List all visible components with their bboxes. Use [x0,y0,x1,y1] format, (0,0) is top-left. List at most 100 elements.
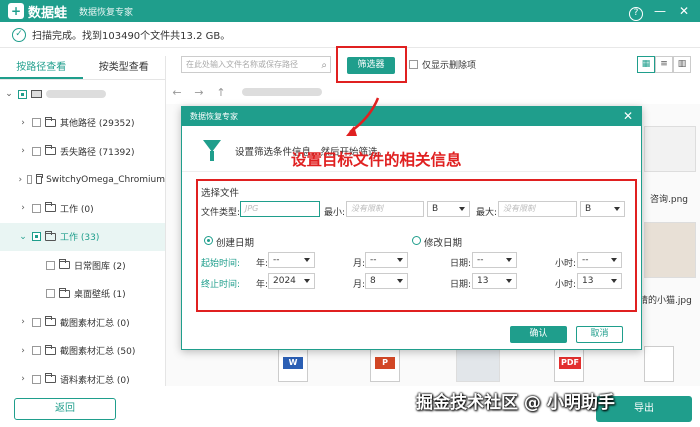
tab-by-type[interactable]: 按类型查看 [83,56,166,79]
tree-checkbox[interactable] [26,175,32,185]
chevron-right-icon[interactable]: › [18,175,23,185]
chevron-right-icon[interactable]: › [18,118,28,128]
file-thumbnail[interactable] [644,222,696,278]
folder-icon [45,344,56,355]
min-size-label: 最小: [324,208,346,218]
minimize-button[interactable]: — [648,0,672,22]
max-unit-select[interactable]: B [580,201,625,217]
start-month-label: 月: [353,259,366,269]
tree-item-work-33[interactable]: ⌄ 工作 (33) [0,222,165,251]
start-year-label: 年: [256,259,269,269]
up-arrow-icon[interactable]: ↑ [210,86,232,99]
tree-item-wallpaper[interactable]: 桌面壁纸 (1) [0,280,165,309]
tab-by-path[interactable]: 按路径查看 [0,56,83,79]
chevron-down-icon[interactable]: ⌄ [4,89,14,99]
start-month-value: -- [370,255,377,265]
folder-icon [45,116,56,127]
end-day-label: 日期: [450,280,472,290]
chevron-right-icon[interactable]: › [18,203,28,213]
file-thumbnail[interactable] [644,126,696,172]
start-year-select[interactable]: -- [268,252,315,268]
detail-view-icon[interactable]: ▥ [673,56,691,73]
blurred-path [242,88,322,96]
tree-item-daily-gallery[interactable]: 日常图库 (2) [0,251,165,280]
ppt-file-icon[interactable]: P [370,346,400,382]
tree-item-screenshots-50[interactable]: › 截图素材汇总 (50) [0,337,165,366]
watermark-text: 掘金技术社区 @ 小明助手 [416,393,615,413]
word-file-icon[interactable]: W [278,346,308,382]
end-year-select[interactable]: 2024 [268,273,315,289]
back-arrow-icon[interactable]: ← [166,86,188,99]
tree-checkbox[interactable] [32,118,41,128]
only-deleted-checkbox[interactable] [409,60,418,69]
help-button[interactable]: ? [624,0,648,22]
drive-icon [31,90,42,99]
max-size-label: 最大: [476,208,498,218]
end-month-label: 月: [353,280,366,290]
tree-item-lost-paths[interactable]: › 丢失路径 (71392) [0,137,165,166]
max-size-input[interactable]: 没有限制 [498,201,577,217]
chevron-right-icon[interactable]: › [18,317,28,327]
min-unit-select[interactable]: B [427,201,470,217]
nav-bar: ← → ↑ [166,82,700,102]
close-button[interactable]: ✕ [672,0,696,22]
tree-item-label: 截图素材汇总 (0) [60,318,130,329]
tree-item-label: 丢失路径 (71392) [60,147,135,158]
min-size-input[interactable]: 没有限制 [346,201,424,217]
tree-item-other-paths[interactable]: › 其他路径 (29352) [0,109,165,138]
tree-checkbox[interactable] [18,89,27,99]
end-day-select[interactable]: 13 [472,273,517,289]
modified-date-radio[interactable] [412,236,421,245]
search-placeholder: 在此处输入文件名称或保存路径 [186,60,298,69]
chevron-down-icon[interactable]: ⌄ [18,232,28,242]
tree-root[interactable]: ⌄ [0,80,165,109]
filter-button[interactable]: 筛选器 [347,57,395,74]
end-hour-select[interactable]: 13 [577,273,622,289]
end-month-select[interactable]: 8 [365,273,408,289]
tree-item-corpus[interactable]: › 语料素材汇总 (0) [0,365,165,394]
search-input[interactable]: 在此处输入文件名称或保存路径 ⌕ [181,56,331,73]
forward-arrow-icon[interactable]: → [188,86,210,99]
tree-item-switchyomega[interactable]: › SwitchyOmega_Chromium [0,166,165,195]
file-thumbnail[interactable] [456,348,500,382]
start-day-select[interactable]: -- [472,252,517,268]
dialog-close-icon[interactable]: ✕ [623,107,633,126]
created-date-radio[interactable] [204,236,213,245]
start-hour-select[interactable]: -- [577,252,622,268]
tree-checkbox[interactable] [32,346,41,356]
chevron-right-icon[interactable]: › [18,346,28,356]
tree-checkbox[interactable] [32,232,41,242]
grid-view-icon[interactable]: ▦ [637,56,655,73]
view-mode-switcher: ▦ ≡ ▥ [637,56,691,73]
tree-checkbox[interactable] [46,260,55,270]
start-month-select[interactable]: -- [365,252,408,268]
max-unit-value: B [585,204,592,214]
chevron-right-icon[interactable]: › [18,374,28,384]
chevron-right-icon[interactable]: › [18,146,28,156]
end-hour-label: 小时: [555,280,577,290]
tree-item-screenshots-0[interactable]: › 截图素材汇总 (0) [0,308,165,337]
list-view-icon[interactable]: ≡ [655,56,673,73]
tree-checkbox[interactable] [46,289,55,299]
search-icon[interactable]: ⌕ [321,58,327,73]
doc-file-icon[interactable] [644,346,674,382]
file-type-input[interactable]: JPG [240,201,320,217]
app-logo: + 数据蛙 [8,2,67,21]
tree-checkbox[interactable] [32,374,41,384]
min-unit-value: B [432,204,439,214]
tree-checkbox[interactable] [32,146,41,156]
cancel-button[interactable]: 取消 [576,326,623,343]
tree-item-label: 桌面壁纸 (1) [74,290,126,301]
tree-checkbox[interactable] [32,317,41,327]
sidebar: 按路径查看 按类型查看 ⌄ › 其他路径 (29352) › 丢失路径 (713… [0,56,166,386]
end-year-label: 年: [256,280,269,290]
pdf-file-icon[interactable]: PDF [554,346,584,382]
only-deleted-toggle[interactable]: 仅显示删除项 [409,58,476,71]
end-month-value: 8 [370,276,376,286]
tree-item-work-0[interactable]: › 工作 (0) [0,194,165,223]
tree-item-label: 语料素材汇总 (0) [60,375,130,386]
tree-checkbox[interactable] [32,203,41,213]
back-button[interactable]: 返回 [14,398,116,420]
start-hour-label: 小时: [555,259,577,269]
confirm-button[interactable]: 确认 [510,326,567,343]
